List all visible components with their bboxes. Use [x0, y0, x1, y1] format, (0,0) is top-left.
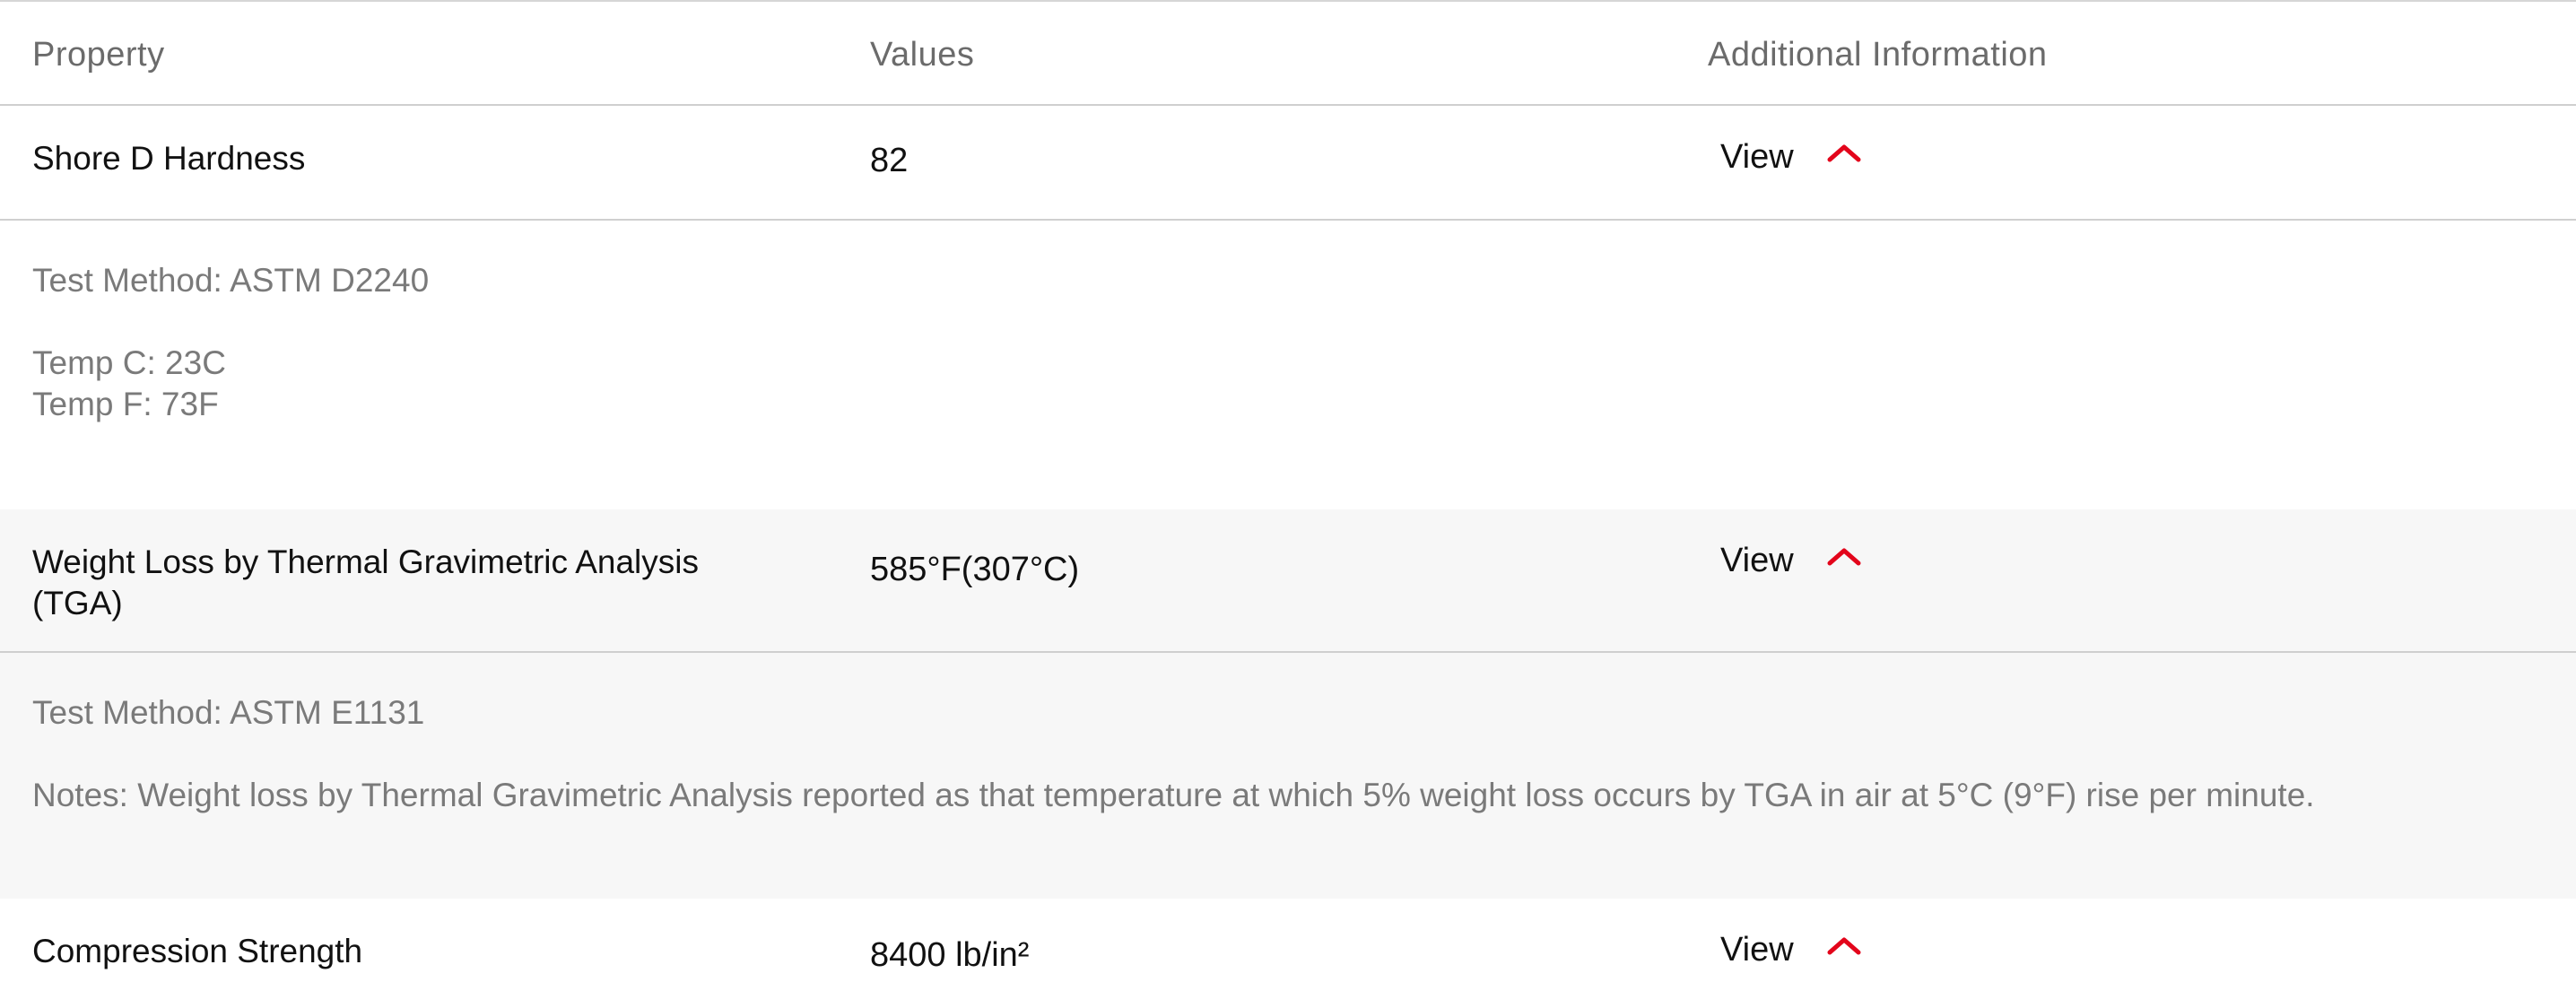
table-row: Shore D Hardness 82 View	[0, 106, 2576, 221]
table-header: Property Values Additional Information	[0, 2, 2576, 106]
table-row: Compression Strength 8400 lb/in² View	[0, 899, 2576, 1008]
property-name: Weight Loss by Thermal Gravimetric Analy…	[32, 542, 699, 624]
view-label: View	[1720, 138, 1794, 176]
view-toggle-button[interactable]: View	[1720, 542, 1862, 580]
property-value: 82	[870, 142, 909, 179]
properties-table: Property Values Additional Information S…	[0, 0, 2576, 1008]
row-details-panel: Test Method: ASTM D2240 Temp C: 23C Temp…	[0, 221, 2576, 509]
detail-notes: Notes: Weight loss by Thermal Gravimetri…	[32, 777, 2315, 813]
detail-test-method: Test Method: ASTM E1131	[32, 694, 425, 731]
view-label: View	[1720, 542, 1794, 579]
property-name: Shore D Hardness	[32, 140, 306, 177]
view-label: View	[1720, 931, 1794, 969]
view-toggle-button[interactable]: View	[1720, 138, 1862, 177]
property-name: Compression Strength	[32, 933, 363, 969]
property-value: 585°F(307°C)	[870, 551, 1080, 588]
property-value: 8400 lb/in²	[870, 936, 1030, 974]
property-name-line: (TGA)	[32, 585, 123, 621]
row-details-panel: Test Method: ASTM E1131 Notes: Weight lo…	[0, 653, 2576, 899]
table-row: Weight Loss by Thermal Gravimetric Analy…	[0, 509, 2576, 653]
header-property: Property	[32, 36, 165, 74]
detail-temp-c: Temp C: 23C	[32, 344, 226, 381]
detail-test-method: Test Method: ASTM D2240	[32, 262, 430, 299]
chevron-up-icon	[1827, 144, 1861, 161]
chevron-up-icon	[1827, 548, 1861, 565]
header-values: Values	[870, 36, 975, 74]
header-additional-information: Additional Information	[1708, 36, 2048, 74]
property-name-line: Weight Loss by Thermal Gravimetric Analy…	[32, 543, 699, 580]
detail-temp-f: Temp F: 73F	[32, 386, 219, 422]
chevron-up-icon	[1827, 937, 1861, 954]
view-toggle-button[interactable]: View	[1720, 931, 1862, 969]
